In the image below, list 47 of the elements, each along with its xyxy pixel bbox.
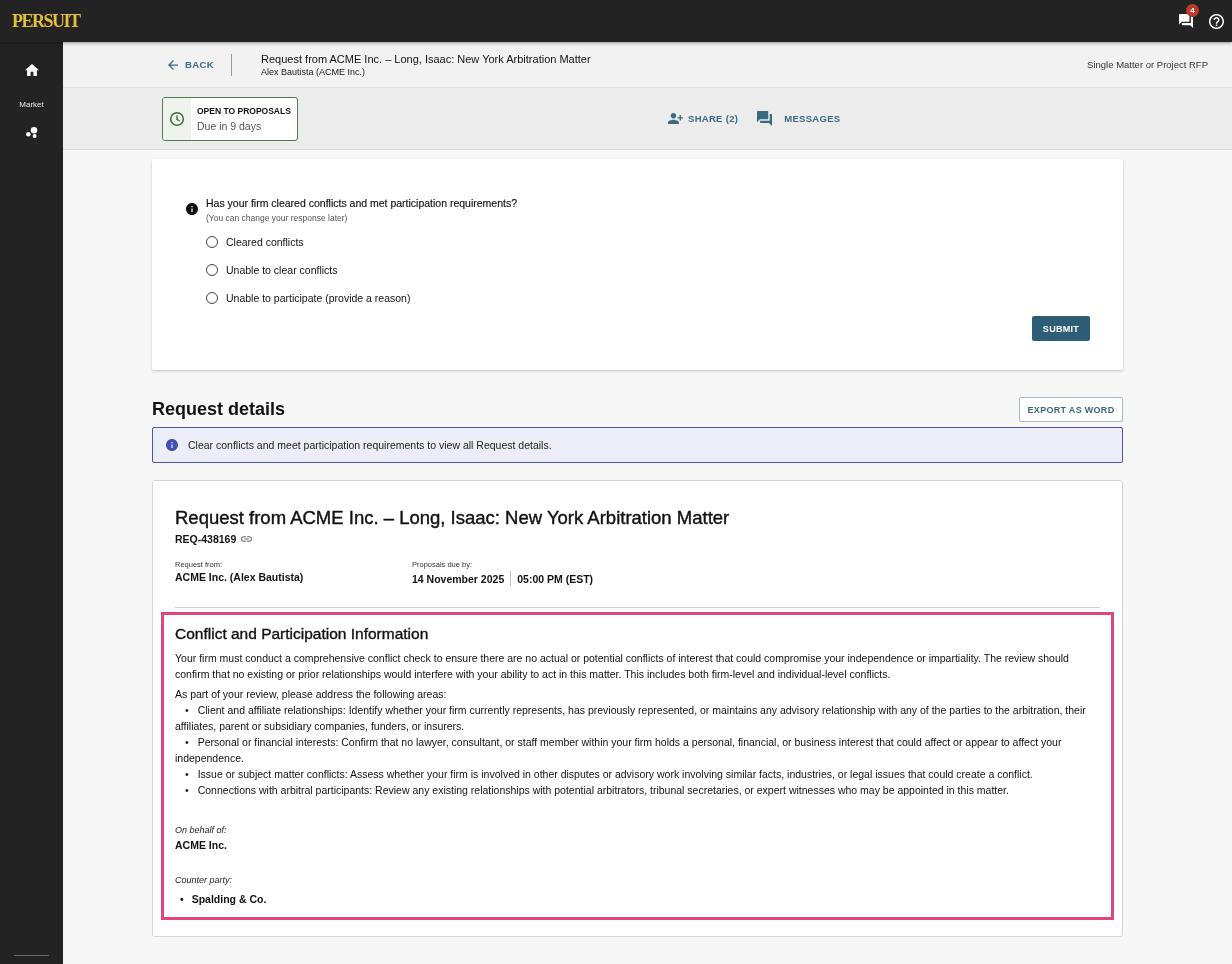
list-item: • Personal or financial interests: Confirm that no lawyer, consultant, or staff member within your firm holds a personal, financial, or business interest that could affect or appear to affect your independence. — [175, 735, 1063, 766]
field-label: Counter party: — [175, 875, 234, 885]
chat-icon — [757, 111, 773, 126]
arrow-left-icon — [168, 59, 178, 70]
home-icon[interactable] — [24, 64, 39, 76]
clock-icon — [163, 97, 191, 140]
info-icon — [186, 203, 198, 215]
due-date: 14 November 2025 — [412, 572, 505, 585]
field-value: ACME Inc. — [175, 839, 228, 851]
request-reference: REQ-438169 — [175, 533, 237, 545]
field-value: ACME Inc. (Alex Bautista) — [175, 571, 305, 583]
option-label[interactable]: Unable to participate (provide a reason) — [226, 291, 411, 304]
help-icon[interactable] — [1209, 13, 1224, 29]
export-button[interactable]: EXPORT AS WORD — [1019, 397, 1123, 422]
list-item: • Spalding & Co. — [179, 893, 268, 905]
request-owner: Alex Bautista (ACME Inc.) — [261, 66, 367, 77]
dots-cluster-icon[interactable] — [25, 127, 38, 138]
request-title: Request from ACME Inc. – Long, Isaac: New York Arbitration Matter — [261, 52, 591, 65]
back-button[interactable]: BACK — [168, 59, 215, 70]
due-text: Due in 9 days — [197, 119, 263, 132]
logo-text: PERSUIT — [12, 11, 80, 31]
section-title: Conflict and Participation Information — [175, 624, 430, 644]
sidebar-label: Market — [19, 100, 44, 109]
notification-badge: 4 — [1186, 4, 1199, 17]
info-icon — [166, 439, 178, 451]
list-item: • Client and affiliate relationships: Identify whether your firm currently represents, has previously represented, or maintains any advisory relationship with any of the parties to the arbitration, their affiliates, parent or subsidiary companies, funders, or insurers. — [175, 703, 1087, 734]
body-paragraph: As part of your review, please address the following areas: — [175, 687, 448, 702]
messages-button[interactable]: MESSAGES — [757, 111, 841, 126]
request-heading: Request from ACME Inc. – Long, Isaac: New York Arbitration Matter — [175, 506, 731, 530]
option-label[interactable]: Unable to clear conflicts — [226, 263, 338, 276]
list-item: • Connections with arbitral participants: Review any existing relationships with potential arbitrators, tribunal secretaries, or expert witnesses who may be appointed in this matter. — [184, 783, 1010, 798]
due-time: 05:00 PM (EST) — [517, 572, 594, 585]
request-type: Single Matter or Project RFP — [1087, 59, 1208, 70]
submit-button[interactable]: SUBMIT — [1032, 316, 1090, 341]
question-text: Has your firm cleared conflicts and met participation requirements? — [206, 196, 519, 210]
person-add-icon — [668, 113, 683, 124]
field-label: On behalf of: — [175, 825, 228, 835]
hint-text: (You can change your response later) — [206, 213, 349, 223]
list-item: • Issue or subject matter conflicts: Assess whether your firm is involved in other disputes or advisory work involving similar facts, industries, or legal issues that could create a conflict. — [184, 767, 1034, 782]
share-button[interactable]: SHARE (2) — [668, 113, 739, 124]
section-heading: Request details — [152, 399, 286, 420]
link-icon[interactable] — [241, 536, 253, 542]
notice-text: Clear conflicts and meet participation requirements to view all Request details. — [188, 439, 552, 451]
chat-icon[interactable] — [1179, 14, 1193, 28]
status-label: OPEN TO PROPOSALS — [197, 105, 291, 116]
body-paragraph: Your firm must conduct a comprehensive conflict check to ensure there are no actual or potential conflicts of interest that could compromise your independence or impartiality. The review should confirm that no existing or prior relationships would interfere with your ability to act in this matter. This includes both firm-level and individual-level conflicts. — [175, 651, 1070, 682]
option-label[interactable]: Cleared conflicts — [226, 235, 304, 248]
